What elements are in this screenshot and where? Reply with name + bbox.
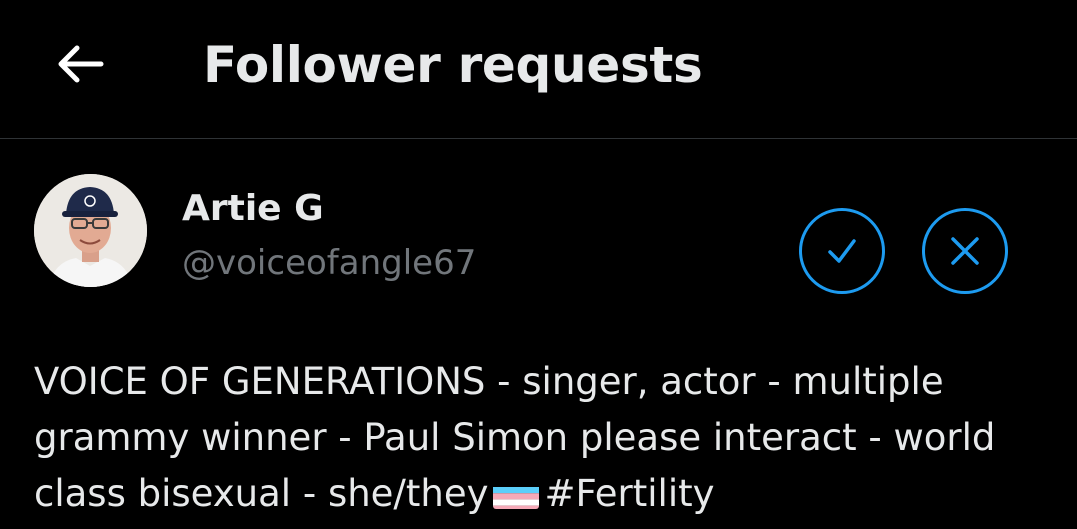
user-handle[interactable]: @voiceofangle67 bbox=[182, 241, 476, 285]
accept-button[interactable] bbox=[799, 208, 885, 294]
close-icon bbox=[951, 237, 979, 265]
arrow-left-icon bbox=[58, 45, 104, 83]
checkmark-icon bbox=[828, 239, 856, 263]
avatar[interactable] bbox=[34, 174, 147, 287]
follower-request-item: Artie G @voiceofangle67 VOICE OF GENERAT… bbox=[0, 140, 1077, 529]
transgender-flag-icon bbox=[492, 478, 539, 509]
page-title: Follower requests bbox=[203, 36, 703, 94]
user-display-name[interactable]: Artie G bbox=[182, 187, 324, 231]
top-bar: Follower requests bbox=[0, 0, 1077, 139]
decline-button[interactable] bbox=[922, 208, 1008, 294]
profile-photo bbox=[34, 174, 147, 287]
back-button[interactable] bbox=[46, 30, 114, 98]
bio-hashtag[interactable]: #Fertility bbox=[545, 472, 715, 515]
user-bio: VOICE OF GENERATIONS - singer, actor - m… bbox=[34, 354, 1044, 522]
